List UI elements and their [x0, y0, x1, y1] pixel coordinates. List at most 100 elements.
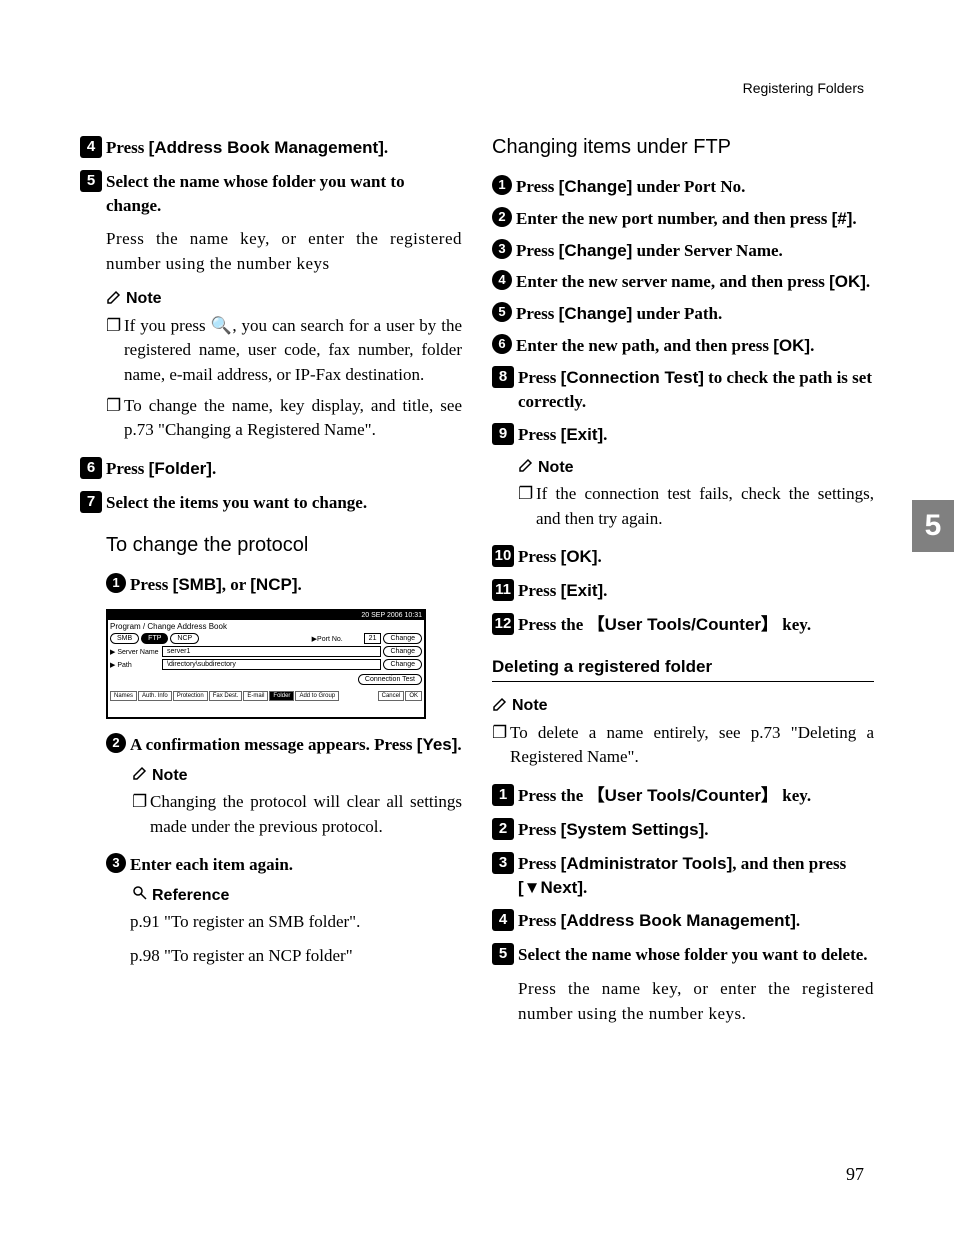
step-8: 8 Press [Connection Test] to check the p… — [492, 366, 874, 414]
sc-ncp-button: NCP — [170, 633, 199, 644]
note-label: Note — [132, 765, 462, 786]
sc-tab: Folder — [269, 691, 294, 701]
step-text: Press — [516, 304, 559, 323]
ftp-settings-screenshot: 20 SEP 2006 10:31 Program / Change Addre… — [106, 609, 426, 719]
step-text: . — [457, 735, 461, 754]
sc-ok-button: OK — [405, 691, 422, 701]
button-ref: [System Settings] — [561, 820, 705, 839]
sc-cancel-button: Cancel — [378, 691, 405, 701]
step-text: . — [810, 336, 814, 355]
step-text: Press — [106, 459, 149, 478]
substep-3: 3 Enter each item again. — [106, 853, 462, 877]
button-ref: [NCP] — [250, 575, 297, 594]
step-text: . — [603, 425, 607, 444]
button-ref: [OK] — [561, 547, 598, 566]
button-ref: [Yes] — [417, 735, 458, 754]
bullet-icon: ❐ — [518, 482, 536, 531]
substep-number-icon: 3 — [492, 239, 512, 259]
step-12: 12 Press the 【User Tools/Counter】 key. — [492, 613, 874, 637]
note-item: ❐ To change the name, key display, and t… — [106, 394, 462, 443]
step-text: Enter the new path, and then press — [516, 336, 773, 355]
button-ref: [Address Book Management] — [149, 138, 384, 157]
ftp-step-5: 5 Press [Change] under Path. — [492, 302, 874, 326]
substep-number-icon: 6 — [492, 334, 512, 354]
bullet-icon: ❐ — [106, 394, 124, 443]
key-bracket-left: 【 — [588, 786, 605, 805]
button-ref: [Administrator Tools] — [561, 854, 733, 873]
substep-number-icon: 5 — [492, 302, 512, 322]
sc-smb-button: SMB — [110, 633, 139, 644]
chapter-tab: 5 — [912, 500, 954, 552]
step-text: Press — [518, 425, 561, 444]
del-step-4: 4 Press [Address Book Management]. — [492, 909, 874, 933]
step-text: Press — [518, 854, 561, 873]
step-text: , or — [222, 575, 251, 594]
button-ref: [Change] — [559, 304, 633, 323]
del-step-1: 1 Press the 【User Tools/Counter】 key. — [492, 784, 874, 808]
step-text: under Port No. — [632, 177, 745, 196]
bullet-icon: ❐ — [106, 314, 124, 388]
step-text: Press — [518, 368, 561, 387]
step-text: Press — [518, 911, 561, 930]
step-text: Enter the new port number, and then pres… — [516, 209, 832, 228]
sc-path-value: \directory\subdirectory — [162, 659, 381, 670]
step-text: Press — [518, 547, 561, 566]
step-text: A confirmation message appears. Press — [130, 735, 417, 754]
substep-number-icon: 2 — [106, 733, 126, 753]
pencil-icon — [106, 289, 122, 310]
button-ref: [OK] — [829, 272, 866, 291]
step-text: Select the name whose folder you want to… — [518, 943, 874, 967]
step-text: . — [212, 459, 216, 478]
step-text: under Path. — [632, 304, 722, 323]
step-text: Press the — [518, 615, 588, 634]
step-11: 11 Press [Exit]. — [492, 579, 874, 603]
step-text: . — [597, 547, 601, 566]
ftp-step-4: 4 Enter the new server name, and then pr… — [492, 270, 874, 294]
sc-portno-value: 21 — [364, 633, 382, 644]
step-number-icon: 11 — [492, 579, 514, 601]
substep-2: 2 A confirmation message appears. Press … — [106, 733, 462, 757]
note-item: ❐ If the connection test fails, check th… — [518, 482, 874, 531]
step-number-icon: 9 — [492, 423, 514, 445]
step-text: . — [796, 911, 800, 930]
step-number-icon: 5 — [80, 170, 102, 192]
step-9: 9 Press [Exit]. — [492, 423, 874, 447]
reference-item: p.98 "To register an NCP folder" — [130, 944, 462, 968]
substep-number-icon: 1 — [106, 573, 126, 593]
sc-title: Program / Change Address Book — [110, 622, 422, 631]
ftp-step-1: 1 Press [Change] under Port No. — [492, 175, 874, 199]
button-ref: [SMB] — [173, 575, 222, 594]
step-text: under Server Name. — [632, 241, 782, 260]
sc-tab: Auth. Info — [138, 691, 172, 701]
step-text: . — [384, 138, 388, 157]
step-number-icon: 7 — [80, 491, 102, 513]
note-label: Note — [106, 289, 462, 310]
step-5-desc: Press the name key, or enter the registe… — [106, 227, 462, 276]
pencil-icon — [132, 765, 148, 786]
note-label: Note — [518, 457, 874, 478]
step-text: key. — [778, 786, 811, 805]
step-10: 10 Press [OK]. — [492, 545, 874, 569]
ftp-step-2: 2 Enter the new port number, and then pr… — [492, 207, 874, 231]
bullet-icon: ❐ — [132, 790, 150, 839]
step-text: . — [852, 209, 856, 228]
button-ref: [Address Book Management] — [561, 911, 796, 930]
left-column: 4 Press [Address Book Management]. 5 Sel… — [80, 136, 462, 1038]
button-ref: [#] — [832, 209, 853, 228]
key-ref: User Tools/Counter — [605, 615, 761, 634]
running-head: Registering Folders — [80, 80, 874, 96]
key-bracket-left: 【 — [588, 615, 605, 634]
step-text: . — [866, 272, 870, 291]
substep-1: 1 Press [SMB], or [NCP]. — [106, 573, 462, 597]
sc-ftp-button: FTP — [141, 633, 168, 644]
step-number-icon: 4 — [80, 136, 102, 158]
reference-item: p.91 "To register an SMB folder". — [130, 910, 462, 934]
del-step-5-desc: Press the name key, or enter the registe… — [518, 977, 874, 1026]
step-text: Press the — [518, 786, 588, 805]
step-5: 5 Select the name whose folder you want … — [80, 170, 462, 218]
step-text: Select the items you want to change. — [106, 491, 462, 515]
step-text: Press — [516, 177, 559, 196]
button-ref: [OK] — [773, 336, 810, 355]
step-text: Press — [106, 138, 149, 157]
substep-number-icon: 4 — [492, 270, 512, 290]
